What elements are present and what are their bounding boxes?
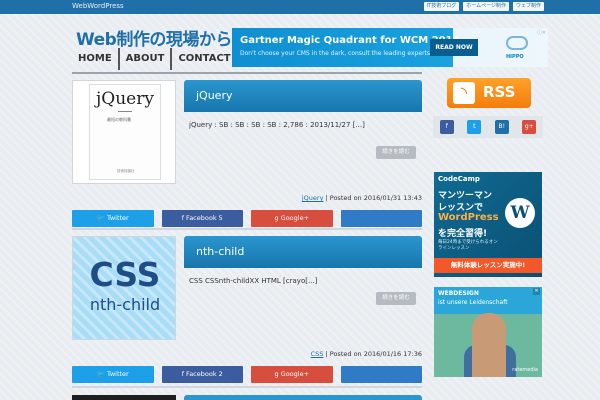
webdesign-ad[interactable]: WEBDESIGN ist unsere Leidenschaft rateme… xyxy=(434,287,542,377)
facebook-share-label: Facebook 5 xyxy=(186,214,223,222)
twitter-icon: 🐦 xyxy=(96,214,107,222)
thumbnail-css-text: CSS xyxy=(89,255,161,294)
header-ad-subtitle: Don't choose your CMS in the dark, consu… xyxy=(240,50,432,57)
post-card: jQuery 最短の教科書 技術評論社 jQuery jQuery : SB :… xyxy=(72,80,422,230)
social-follow-row: f t B! g+ xyxy=(433,116,543,138)
post-category-link[interactable]: jQuery xyxy=(302,194,324,202)
site-name-small[interactable]: WebWordPress xyxy=(72,2,124,10)
top-badges: IT技術ブログ ホームページ制作 ウェブ制作 xyxy=(423,2,544,11)
top-bar: WebWordPress IT技術ブログ ホームページ制作 ウェブ制作 xyxy=(0,0,600,14)
post-card: CSS nth-child nth-child CSS CSSnth-child… xyxy=(72,236,422,386)
ad-cta-button[interactable]: 無料体験レッスン実施中! xyxy=(434,258,542,273)
book-title: jQuery xyxy=(96,89,154,109)
share-buttons: 🐦 Twitter f Facebook 2 g Google+ xyxy=(72,366,422,383)
post-date: | Posted on 2016/01/16 17:36 xyxy=(325,350,422,358)
hatena-follow-icon[interactable]: B! xyxy=(494,120,509,134)
css-thumbnail-art: CSS nth-child xyxy=(73,237,175,339)
thumbnail-subtitle: nth-child xyxy=(89,295,161,314)
twitter-follow-icon[interactable]: t xyxy=(467,120,482,134)
hippo-logo-icon xyxy=(506,36,528,50)
site-logo[interactable]: Web制作の現場から xyxy=(76,25,232,50)
top-badge-2[interactable]: ホームページ制作 xyxy=(463,2,509,11)
jquery-book-cover: jQuery 最短の教科書 技術評論社 xyxy=(89,84,161,180)
header-ad-brand: HIPPO xyxy=(506,54,524,60)
nav-divider xyxy=(72,72,422,74)
post-thumbnail[interactable]: CSS nth-child xyxy=(72,236,176,340)
ad-note: 毎日24時まで受けられるオンラインレッスン xyxy=(438,240,498,251)
hatena-share-button[interactable] xyxy=(340,210,422,227)
ad-tagline: ist unsere Leidenschaft xyxy=(438,299,508,306)
post-date: | Posted on 2016/01/31 13:43 xyxy=(325,194,422,202)
rss-button[interactable]: ◝ RSS xyxy=(447,78,531,108)
hatena-share-button[interactable] xyxy=(340,366,422,383)
facebook-share-button[interactable]: f Facebook 5 xyxy=(161,210,243,227)
ad-close-icon[interactable]: ✕ xyxy=(533,288,540,295)
book-divider xyxy=(118,111,132,112)
ad-person-image xyxy=(472,313,506,377)
facebook-share-button[interactable]: f Facebook 2 xyxy=(161,366,243,383)
top-badge-3[interactable]: ウェブ制作 xyxy=(512,2,544,11)
nav-about[interactable]: ABOUT xyxy=(120,48,173,70)
post-divider xyxy=(72,228,422,230)
nav-home[interactable]: HOME xyxy=(72,48,120,70)
book-publisher: 技術評論社 xyxy=(117,169,135,173)
post-thumbnail[interactable]: jQuery 最短の教科書 技術評論社 xyxy=(72,80,176,184)
ad-brand: WEBDESIGN xyxy=(438,290,479,297)
share-buttons: 🐦 Twitter f Facebook 5 g Google+ xyxy=(72,210,422,227)
google-plus-follow-icon[interactable]: g+ xyxy=(522,120,537,134)
post-meta: jQuery | Posted on 2016/01/31 13:43 xyxy=(302,194,422,202)
google-plus-share-label: Google+ xyxy=(280,214,310,222)
read-more-button[interactable]: 続きを読む xyxy=(376,292,416,305)
twitter-share-button[interactable]: 🐦 Twitter xyxy=(72,366,154,383)
post-excerpt: CSS CSSnth-childXX HTML [crayo[...] xyxy=(189,277,318,285)
post-title[interactable]: nth-child xyxy=(184,236,422,268)
twitter-share-button[interactable]: 🐦 Twitter xyxy=(72,210,154,227)
header-ad-banner[interactable]: Gartner Magic Quadrant for WCM 2015 Don'… xyxy=(232,28,548,67)
nav-contact[interactable]: CONTACT xyxy=(172,48,236,70)
google-plus-share-button[interactable]: g Google+ xyxy=(251,210,333,227)
post-category-link[interactable]: CSS xyxy=(311,350,324,358)
ad-wordpress-text: WordPress xyxy=(438,212,499,223)
twitter-icon: 🐦 xyxy=(96,370,107,378)
google-plus-share-button[interactable]: g Google+ xyxy=(251,366,333,383)
post-thumbnail-partial[interactable] xyxy=(72,395,176,400)
read-more-button[interactable]: 続きを読む xyxy=(376,146,416,159)
post-excerpt: jQuery : SB : SB : SB : SB : 2,786 : 201… xyxy=(189,121,365,129)
post-divider xyxy=(72,386,422,388)
facebook-share-label: Facebook 2 xyxy=(186,370,223,378)
rss-label: RSS xyxy=(483,83,516,101)
book-subtitle: 最短の教科書 xyxy=(107,117,131,122)
rss-icon: ◝ xyxy=(453,82,475,104)
wordpress-logo-icon: W xyxy=(505,198,535,228)
top-badge-1[interactable]: IT技術ブログ xyxy=(423,2,460,11)
main-nav: HOME ABOUT CONTACT xyxy=(72,48,237,70)
header-ad-cta-button[interactable]: READ NOW xyxy=(430,39,478,56)
codecamp-logo: CodeCamp xyxy=(438,175,480,183)
twitter-share-label: Twitter xyxy=(106,214,129,222)
post-meta: CSS | Posted on 2016/01/16 17:36 xyxy=(311,350,422,358)
post-title-partial[interactable] xyxy=(184,395,422,400)
header-ad-title: Gartner Magic Quadrant for WCM 2015 xyxy=(240,35,460,46)
ad-footer-brand: ratemedia xyxy=(512,367,538,373)
facebook-follow-icon[interactable]: f xyxy=(439,120,454,134)
ad-line-3: を完全習得! xyxy=(438,229,488,239)
ad-info-icon[interactable]: ⓘ✕ xyxy=(537,29,546,36)
twitter-share-label: Twitter xyxy=(106,370,129,378)
google-plus-share-label: Google+ xyxy=(280,370,310,378)
post-title[interactable]: jQuery xyxy=(184,80,422,112)
codecamp-ad[interactable]: CodeCamp マンツーマン レッスンで WordPress を完全習得! 毎… xyxy=(434,172,542,277)
